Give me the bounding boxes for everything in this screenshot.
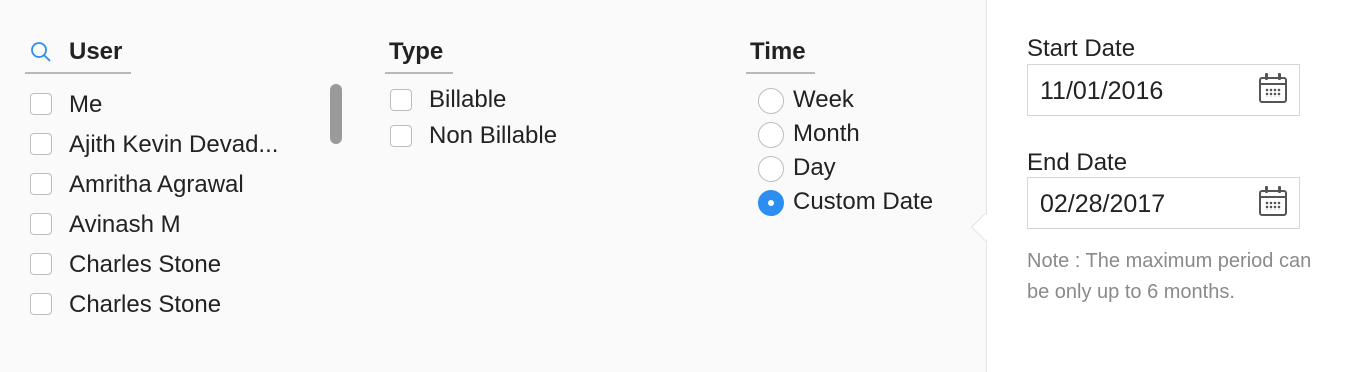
user-checkbox-charles-2[interactable] [30, 293, 52, 315]
user-title: User [25, 38, 131, 74]
user-label-me: Me [69, 91, 103, 118]
time-label-week: Week [793, 86, 854, 113]
user-checkbox-me[interactable] [30, 93, 52, 115]
calendar-icon[interactable] [1259, 73, 1287, 103]
user-checkbox-amritha[interactable] [30, 173, 52, 195]
time-radio-week[interactable] [758, 88, 784, 114]
time-label-month: Month [793, 120, 860, 147]
user-label-charles-2: Charles Stone [69, 291, 222, 318]
max-period-note: Note : The maximum period can be only up… [1027, 250, 1312, 303]
time-radio-day[interactable] [758, 156, 784, 182]
user-label-amritha: Amritha Agrawal [69, 171, 244, 198]
type-label-billable: Billable [429, 86, 507, 113]
user-label-ajith: Ajith Kevin Devad... [69, 131, 279, 158]
user-label-avinash: Avinash M [69, 211, 181, 238]
user-label-charles-1: Charles Stone [69, 251, 222, 278]
type-title: Type [385, 38, 453, 74]
end-date-input[interactable]: 02/28/2017 [1027, 177, 1300, 229]
start-date-value: 11/01/2016 [1040, 77, 1164, 105]
user-checkbox-avinash[interactable] [30, 213, 52, 235]
time-radio-custom-date[interactable] [758, 190, 784, 216]
time-radio-month[interactable] [758, 122, 784, 148]
end-date-value: 02/28/2017 [1040, 190, 1166, 218]
type-label-non-billable: Non Billable [429, 122, 558, 149]
type-checkbox-billable[interactable] [390, 89, 412, 111]
start-date-input[interactable]: 11/01/2016 [1027, 64, 1300, 116]
user-checkbox-ajith[interactable] [30, 133, 52, 155]
start-date-label: Start Date [1027, 35, 1136, 62]
time-label-day: Day [793, 154, 836, 181]
user-checkbox-charles-1[interactable] [30, 253, 52, 275]
end-date-label: End Date [1027, 149, 1128, 176]
type-checkbox-non-billable[interactable] [390, 125, 412, 147]
user-list-scrollbar[interactable] [330, 84, 342, 144]
time-title: Time [746, 38, 815, 74]
calendar-icon[interactable] [1259, 186, 1287, 216]
time-label-custom-date: Custom Date [793, 188, 934, 215]
